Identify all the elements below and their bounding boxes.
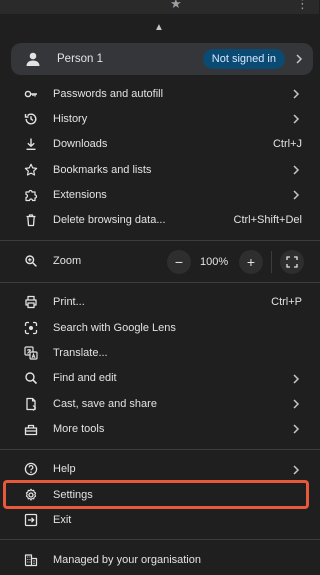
menu-item-delete-browsing-data[interactable]: Delete browsing data... Ctrl+Shift+Del: [10, 207, 314, 232]
menu-icon[interactable]: ⋮: [296, 0, 309, 12]
menu-item-find-and-edit[interactable]: Find and edit: [10, 366, 314, 391]
zoom-level: 100%: [200, 255, 229, 268]
trash-icon: [24, 213, 38, 227]
menu-item-extensions[interactable]: Extensions: [10, 182, 314, 207]
browser-toolbar-strip: ★ ⋮: [0, 0, 319, 14]
menu-item-managed-by-organisation[interactable]: Managed by your organisation: [10, 547, 314, 572]
fullscreen-button[interactable]: [280, 249, 304, 274]
menu-divider: [0, 281, 320, 283]
menu-item-label: Settings: [53, 488, 93, 501]
shortcut-label: Ctrl+P: [271, 296, 302, 309]
menu-item-label: Passwords and autofill: [53, 87, 164, 100]
menu-item-label: Print...: [53, 296, 85, 309]
sign-in-status-badge[interactable]: Not signed in: [202, 49, 285, 69]
menu-item-more-tools[interactable]: More tools: [10, 416, 314, 441]
menu-item-label: Translate...: [53, 347, 108, 360]
star-icon[interactable]: ★: [170, 0, 182, 12]
menu-item-label: Managed by your organisation: [53, 554, 201, 567]
toolbox-icon: [24, 422, 38, 436]
building-icon: [24, 553, 38, 567]
chevron-right-icon: [292, 464, 300, 476]
chevron-right-icon: [292, 113, 300, 125]
menu-item-settings[interactable]: Settings: [3, 479, 309, 510]
gear-icon: [24, 488, 38, 502]
menu-item-label: Find and edit: [53, 372, 117, 385]
print-icon: [24, 295, 38, 309]
menu-item-cast-save-and-share[interactable]: Cast, save and share: [10, 391, 314, 416]
shortcut-label: Ctrl+Shift+Del: [233, 214, 302, 227]
menu-item-bookmarks-and-lists[interactable]: Bookmarks and lists: [10, 157, 314, 182]
zoom-out-button[interactable]: −: [167, 249, 191, 274]
menu-item-label: Extensions: [53, 188, 107, 201]
person-icon: [25, 51, 41, 67]
menu-item-label: Search with Google Lens: [53, 321, 176, 334]
puzzle-icon: [24, 188, 38, 202]
history-icon: [24, 112, 38, 126]
chevron-right-icon: [292, 423, 300, 435]
menu-item-downloads[interactable]: Downloads Ctrl+J: [10, 132, 314, 157]
download-icon: [24, 137, 38, 151]
find-icon: [24, 371, 38, 385]
menu-item-label: More tools: [53, 422, 105, 435]
chevron-right-icon: [292, 373, 300, 385]
menu-item-passwords-and-autofill[interactable]: Passwords and autofill: [10, 81, 314, 106]
shortcut-label: Ctrl+J: [272, 138, 302, 151]
menu-divider: [0, 239, 320, 241]
zoom-divider: [271, 250, 272, 273]
menu-divider: [0, 539, 320, 541]
profile-row[interactable]: Person 1 Not signed in: [11, 43, 313, 75]
profile-name: Person 1: [57, 53, 104, 65]
chevron-right-icon: [292, 398, 300, 410]
translate-icon: [24, 346, 38, 360]
key-icon: [24, 87, 38, 101]
chevron-right-icon: [295, 51, 303, 67]
zoom-row: Zoom − 100% +: [10, 248, 314, 275]
chevron-right-icon: [292, 164, 300, 176]
menu-item-history[interactable]: History: [10, 106, 314, 131]
chevron-right-icon: [292, 88, 300, 100]
menu-item-label: Cast, save and share: [53, 397, 157, 410]
scroll-up-arrow-icon[interactable]: ▲: [154, 23, 164, 33]
zoom-label: Zoom: [53, 255, 82, 268]
menu-item-translate[interactable]: Translate...: [10, 340, 314, 365]
menu-item-label: Exit: [53, 513, 72, 526]
menu-item-label: Help: [53, 463, 76, 476]
menu-divider: [0, 448, 320, 450]
fullscreen-icon: [286, 256, 298, 268]
menu-item-label: Downloads: [53, 138, 108, 151]
cast-icon: [24, 397, 38, 411]
menu-item-search-with-google-lens[interactable]: Search with Google Lens: [10, 315, 314, 340]
star-icon: [24, 163, 38, 177]
menu-item-help[interactable]: Help: [10, 457, 314, 482]
menu-item-print[interactable]: Print... Ctrl+P: [10, 290, 314, 315]
menu-item-label: Delete browsing data...: [53, 214, 166, 227]
zoom-in-button[interactable]: +: [239, 249, 263, 274]
chrome-menu-screenshot: ★ ⋮ ▲ Person 1 Not signed in Passwords a…: [0, 0, 320, 575]
exit-icon: [24, 513, 38, 527]
chrome-main-menu: Person 1 Not signed in Passwords and aut…: [0, 43, 320, 573]
menu-item-label: Bookmarks and lists: [53, 163, 152, 176]
help-icon: [24, 462, 38, 476]
chevron-right-icon: [292, 189, 300, 201]
zoom-magnifier-icon: [24, 254, 38, 268]
menu-item-label: History: [53, 112, 88, 125]
lens-icon: [24, 321, 38, 335]
menu-item-exit[interactable]: Exit: [10, 507, 314, 532]
